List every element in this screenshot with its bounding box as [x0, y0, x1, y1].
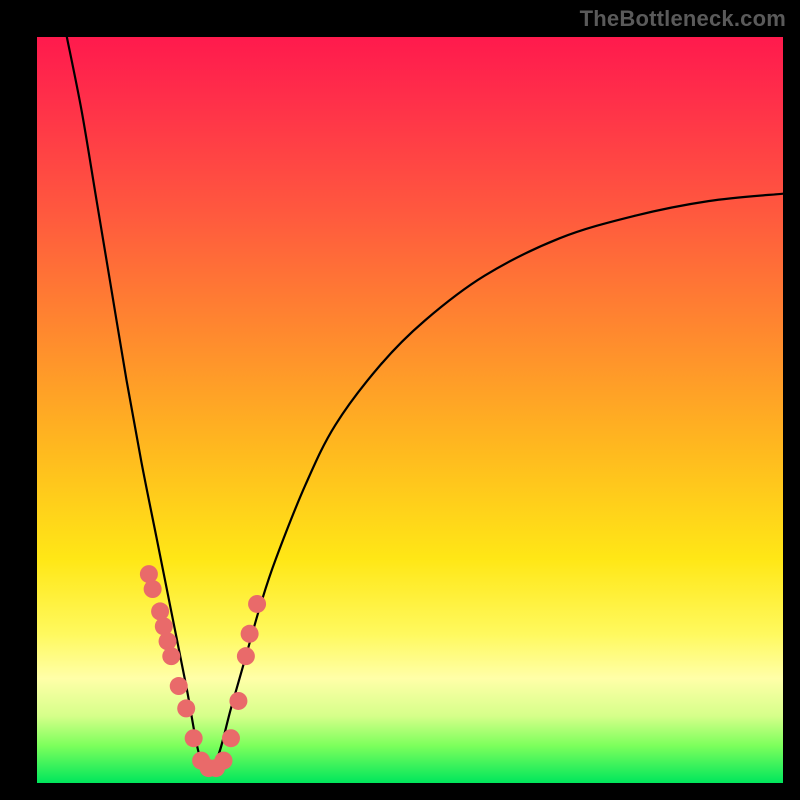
sample-point — [170, 677, 188, 695]
watermark-text: TheBottleneck.com — [580, 6, 786, 32]
sample-point — [222, 729, 240, 747]
sample-point — [248, 595, 266, 613]
sample-point — [229, 692, 247, 710]
sample-points-group — [140, 565, 266, 777]
bottleneck-curve-svg — [37, 37, 783, 783]
chart-frame: TheBottleneck.com — [0, 0, 800, 800]
sample-point — [215, 752, 233, 770]
sample-point — [144, 580, 162, 598]
sample-point — [162, 647, 180, 665]
plot-area — [37, 37, 783, 783]
sample-point — [177, 699, 195, 717]
sample-point — [237, 647, 255, 665]
sample-point — [185, 729, 203, 747]
sample-point — [241, 625, 259, 643]
